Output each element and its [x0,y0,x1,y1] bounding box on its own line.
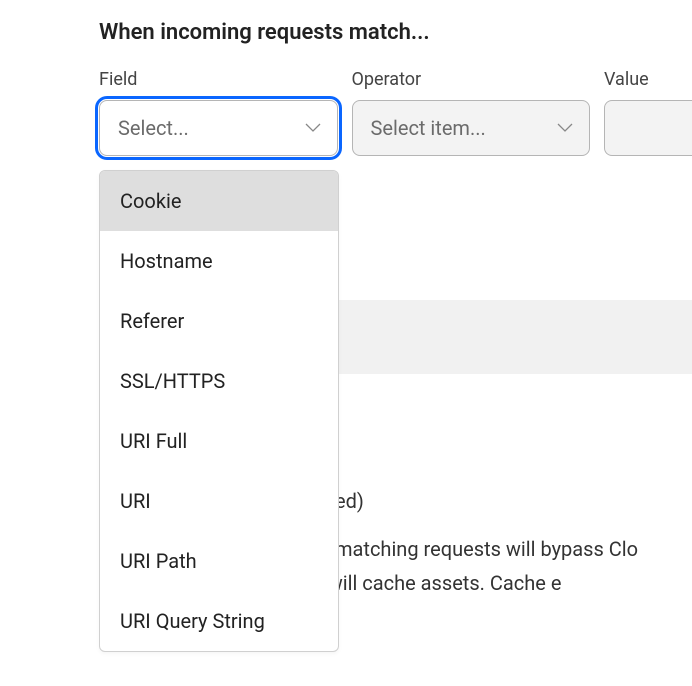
value-label: Value [604,69,692,90]
field-select-placeholder: Select... [118,116,189,140]
chevron-down-icon [305,123,321,133]
operator-select-placeholder: Select item... [371,116,486,140]
rule-row: Field Select... CookieHostnameRefererSSL… [99,69,692,156]
partial-text-fragment: ed) [335,484,692,518]
dropdown-item[interactable]: Cookie [100,171,338,231]
value-input[interactable] [604,100,692,156]
dropdown-item[interactable]: URI Full [100,411,338,471]
operator-label: Operator [352,69,591,90]
dropdown-item[interactable]: Referer [100,291,338,351]
field-column: Field Select... CookieHostnameRefererSSL… [99,69,338,156]
field-label: Field [99,69,338,90]
field-dropdown: CookieHostnameRefererSSL/HTTPSURI FullUR… [99,170,339,652]
dropdown-item[interactable]: URI [100,471,338,531]
dropdown-item[interactable]: URI Query String [100,591,338,651]
value-column: Value [604,69,692,156]
section-heading: When incoming requests match... [99,20,692,45]
dropdown-item[interactable]: Hostname [100,231,338,291]
operator-select[interactable]: Select item... [352,100,591,156]
field-select[interactable]: Select... [99,100,338,156]
chevron-down-icon [557,123,573,133]
partial-text-fragment: matching requests will bypass Clo [335,532,692,566]
operator-column: Operator Select item... [352,69,591,156]
dropdown-item[interactable]: SSL/HTTPS [100,351,338,411]
dropdown-item[interactable]: URI Path [100,531,338,591]
